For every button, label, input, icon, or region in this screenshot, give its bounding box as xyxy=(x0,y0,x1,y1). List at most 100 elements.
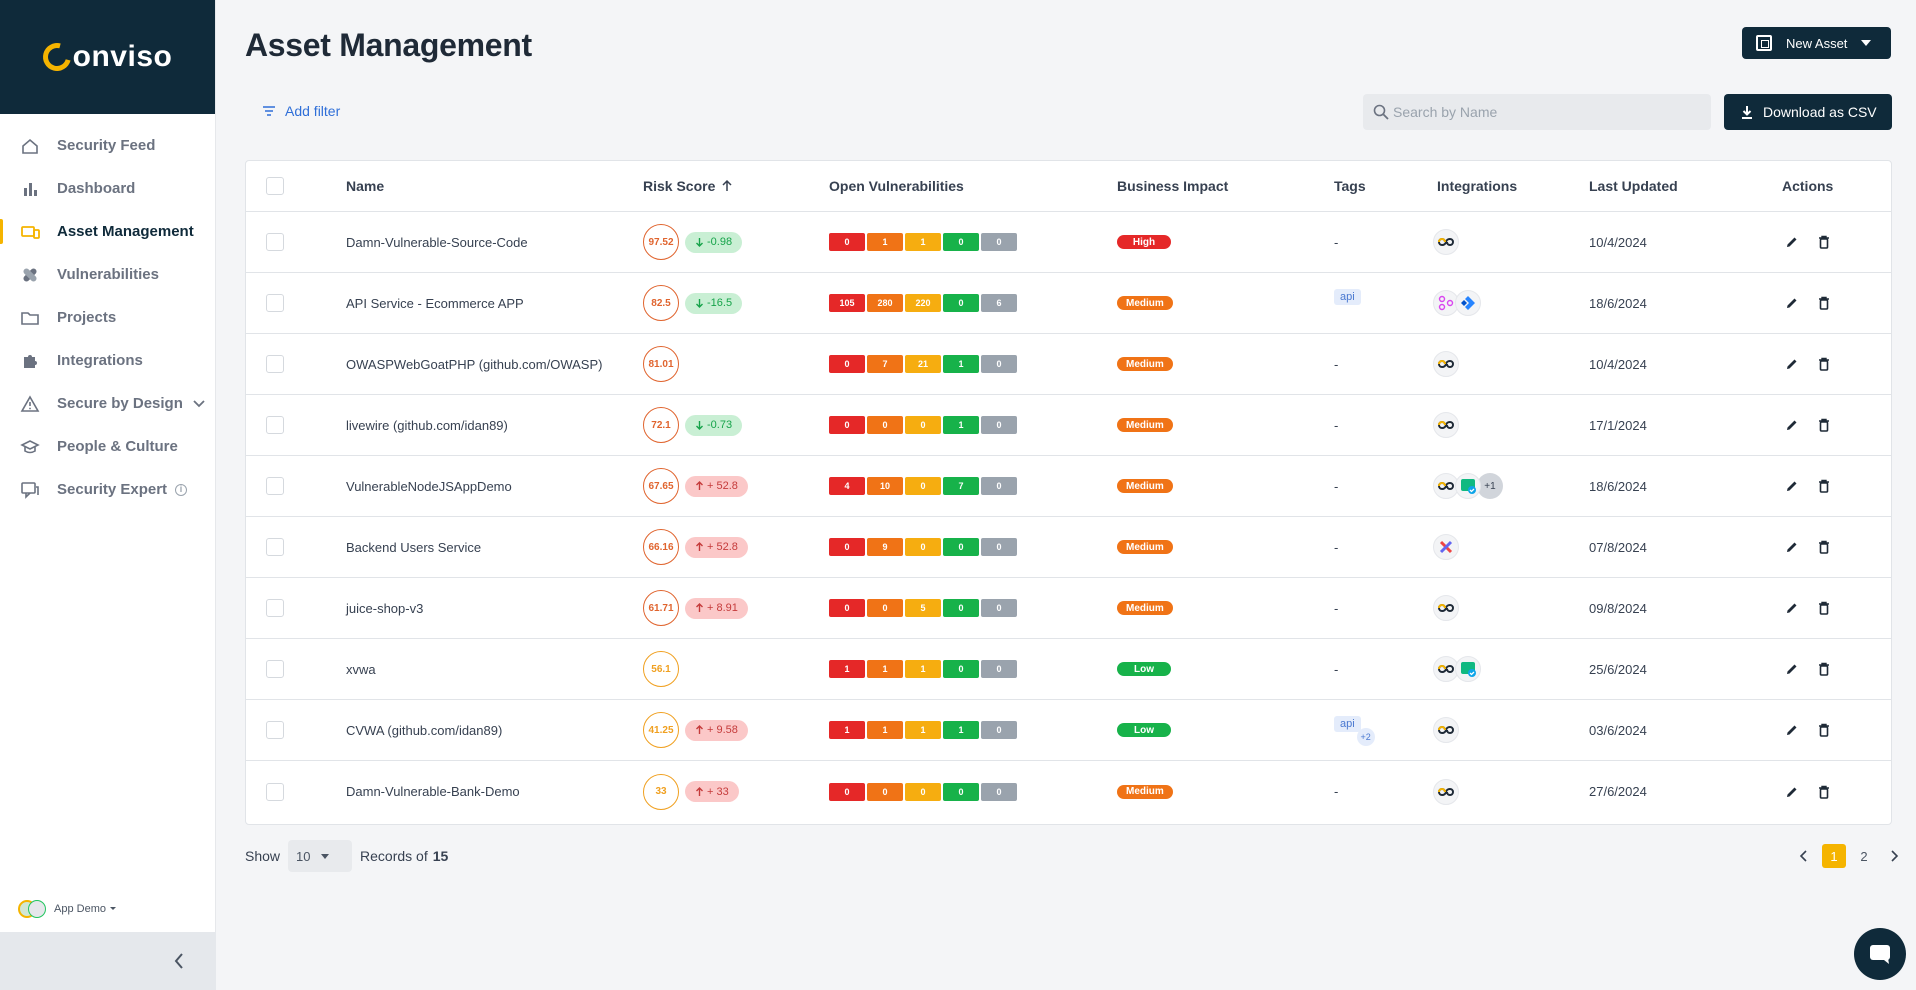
trash-icon[interactable] xyxy=(1816,417,1832,433)
asset-name[interactable]: API Service - Ecommerce APP xyxy=(346,273,524,333)
row-checkbox[interactable] xyxy=(266,782,284,801)
asset-name[interactable]: Damn-Vulnerable-Bank-Demo xyxy=(346,761,520,822)
col-last-updated[interactable]: Last Updated xyxy=(1589,161,1678,211)
edit-icon[interactable] xyxy=(1784,417,1800,433)
edit-icon[interactable] xyxy=(1784,478,1800,494)
sidebar-item-integrations[interactable]: Integrations xyxy=(0,339,215,382)
filter-icon xyxy=(263,106,275,116)
col-tags[interactable]: Tags xyxy=(1334,161,1366,211)
sidebar-item-asset-management[interactable]: Asset Management xyxy=(0,210,215,253)
sidebar-item-people-culture[interactable]: People & Culture xyxy=(0,425,215,468)
trash-icon[interactable] xyxy=(1816,234,1832,250)
sidebar-item-projects[interactable]: Projects xyxy=(0,296,215,339)
row-checkbox[interactable] xyxy=(266,538,284,556)
new-asset-button[interactable]: New Asset xyxy=(1742,27,1891,59)
table-row[interactable]: juice-shop-v3 61.71 + 8.91 0 0 5 0 0 Medium -09/8… xyxy=(246,578,1891,639)
vuln-count-l: 0 xyxy=(943,294,979,312)
table-row[interactable]: livewire (github.com/idan89) 72.1 -0.73 0 0 0… xyxy=(246,395,1891,456)
sidebar-item-dashboard[interactable]: Dashboard xyxy=(0,167,215,210)
trash-icon[interactable] xyxy=(1816,539,1832,555)
chat-launcher-button[interactable] xyxy=(1854,928,1906,980)
asset-name[interactable]: xvwa xyxy=(346,639,376,699)
chevron-right-icon xyxy=(1891,850,1899,862)
row-checkbox[interactable] xyxy=(266,660,284,678)
edit-icon[interactable] xyxy=(1784,661,1800,677)
edit-icon[interactable] xyxy=(1784,539,1800,555)
search-input[interactable] xyxy=(1393,104,1693,120)
tag-chip[interactable]: api xyxy=(1334,716,1361,732)
edit-icon[interactable] xyxy=(1784,600,1800,616)
asset-name[interactable]: Backend Users Service xyxy=(346,517,481,577)
download-csv-button[interactable]: Download as CSV xyxy=(1724,94,1892,130)
trash-icon[interactable] xyxy=(1816,600,1832,616)
business-impact-cell: Medium xyxy=(1117,334,1173,394)
add-filter-button[interactable]: Add filter xyxy=(262,103,340,119)
row-checkbox[interactable] xyxy=(266,233,284,251)
trash-icon[interactable] xyxy=(1816,784,1832,800)
edit-icon[interactable] xyxy=(1784,295,1800,311)
table-row[interactable]: OWASPWebGoatPHP (github.com/OWASP) 81.01 0… xyxy=(246,334,1891,395)
vuln-count-i: 0 xyxy=(981,721,1017,739)
trash-icon[interactable] xyxy=(1816,356,1832,372)
table-row[interactable]: CVWA (github.com/idan89) 41.25 + 9.58 1 1 1 1 0… xyxy=(246,700,1891,761)
table-row[interactable]: Backend Users Service 66.16 + 52.8 0 9 0 0 0 Med… xyxy=(246,517,1891,578)
tags-more-badge[interactable]: +2 xyxy=(1356,728,1375,746)
tag-chip[interactable]: api xyxy=(1334,289,1361,305)
sidebar-item-secure-by-design[interactable]: Secure by Design xyxy=(0,382,215,425)
table-row[interactable]: VulnerableNodeJSAppDemo 67.65 + 52.8 4 10 0 7 0… xyxy=(246,456,1891,517)
chevron-left-icon[interactable] xyxy=(172,951,186,971)
sidebar-item-label: Vulnerabilities xyxy=(57,266,159,283)
table-row[interactable]: API Service - Ecommerce APP 82.5 -16.5 105 2… xyxy=(246,273,1891,334)
tags-cell: - xyxy=(1334,761,1338,822)
sidebar-item-vulnerabilities[interactable]: Vulnerabilities xyxy=(0,253,215,296)
table-row[interactable]: Damn-Vulnerable-Source-Code 97.52 -0.98 0 1 1… xyxy=(246,212,1891,273)
select-all-checkbox[interactable] xyxy=(266,177,284,195)
row-select-cell xyxy=(266,456,284,516)
vuln-count-h: 280 xyxy=(867,294,903,312)
asset-name[interactable]: CVWA (github.com/idan89) xyxy=(346,700,502,760)
edit-icon[interactable] xyxy=(1784,722,1800,738)
sidebar-item-security-expert[interactable]: Security Expert i xyxy=(0,468,215,511)
row-checkbox[interactable] xyxy=(266,355,284,373)
edit-icon[interactable] xyxy=(1784,784,1800,800)
sidebar-item-security-feed[interactable]: Security Feed xyxy=(0,124,215,167)
asset-name[interactable]: VulnerableNodeJSAppDemo xyxy=(346,456,512,516)
search-icon xyxy=(1373,104,1389,120)
sidebar-item-label: Dashboard xyxy=(57,180,136,197)
prev-page-button[interactable] xyxy=(1792,844,1816,868)
asset-name[interactable]: Damn-Vulnerable-Source-Code xyxy=(346,212,528,272)
row-checkbox[interactable] xyxy=(266,416,284,434)
table-row[interactable]: xvwa 56.1 1 1 1 0 0 Low -25/6/2024 xyxy=(246,639,1891,700)
page-1-button[interactable]: 1 xyxy=(1822,844,1846,868)
col-name[interactable]: Name xyxy=(346,161,384,211)
col-business-impact[interactable]: Business Impact xyxy=(1117,161,1228,211)
page-size-select[interactable]: 10 xyxy=(288,840,353,872)
vuln-count-h: 1 xyxy=(867,233,903,251)
trash-icon[interactable] xyxy=(1816,661,1832,677)
row-checkbox[interactable] xyxy=(266,477,284,495)
page-2-button[interactable]: 2 xyxy=(1852,844,1876,868)
table-body: Damn-Vulnerable-Source-Code 97.52 -0.98 0 1 1… xyxy=(246,212,1891,822)
conviso-integration-icon xyxy=(1433,229,1459,255)
row-checkbox[interactable] xyxy=(266,599,284,617)
trash-icon[interactable] xyxy=(1816,478,1832,494)
trash-icon[interactable] xyxy=(1816,722,1832,738)
col-risk-score[interactable]: Risk Score xyxy=(643,161,734,211)
row-checkbox[interactable] xyxy=(266,721,284,739)
row-checkbox[interactable] xyxy=(266,294,284,312)
user-menu[interactable]: App Demo xyxy=(18,900,120,918)
asset-name[interactable]: livewire (github.com/idan89) xyxy=(346,395,508,455)
integrations-cell xyxy=(1433,212,1459,272)
col-integrations[interactable]: Integrations xyxy=(1437,161,1517,211)
trash-icon[interactable] xyxy=(1816,295,1832,311)
col-open-vulnerabilities[interactable]: Open Vulnerabilities xyxy=(829,161,964,211)
edit-icon[interactable] xyxy=(1784,356,1800,372)
table-row[interactable]: Damn-Vulnerable-Bank-Demo 33 + 33 0 0 0 0 0 Medi… xyxy=(246,761,1891,822)
edit-icon[interactable] xyxy=(1784,234,1800,250)
risk-delta-badge: + 33 xyxy=(685,781,739,802)
conviso-logo[interactable]: onviso xyxy=(37,37,173,77)
row-select-cell xyxy=(266,578,284,638)
asset-name[interactable]: OWASPWebGoatPHP (github.com/OWASP) xyxy=(346,334,602,394)
next-page-button[interactable] xyxy=(1882,844,1906,868)
asset-name[interactable]: juice-shop-v3 xyxy=(346,578,423,638)
